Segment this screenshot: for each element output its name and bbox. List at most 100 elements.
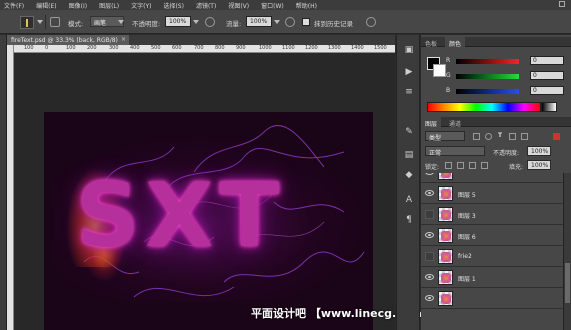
ruler-tick-label: 700 xyxy=(194,45,204,51)
options-bar: 模式: 画笔 不透明度: 100% 流量: 100% 抹到历史记录 xyxy=(0,10,571,34)
layer-thumbnail xyxy=(438,249,453,264)
shape-filter-icon[interactable] xyxy=(509,133,516,140)
ruler-tick-label: 1500 xyxy=(374,45,387,51)
smart-object-filter-icon[interactable] xyxy=(521,133,528,140)
menu-select[interactable]: 选择(S) xyxy=(163,1,184,10)
menu-view[interactable]: 视图(V) xyxy=(228,1,249,10)
green-value-input[interactable]: 0 xyxy=(530,71,564,80)
fire-text-artwork: SXT xyxy=(76,164,286,267)
chevron-down-icon[interactable] xyxy=(193,20,199,24)
chevron-down-icon xyxy=(118,20,124,24)
layer-row[interactable]: frie2 xyxy=(421,247,563,267)
background-color-swatch[interactable] xyxy=(433,64,446,77)
tab-swatches[interactable]: 色板 xyxy=(421,37,441,48)
menu-file[interactable]: 文件(F) xyxy=(4,1,24,10)
character-icon[interactable]: A xyxy=(404,195,414,205)
green-channel-slider: G 0 xyxy=(446,71,566,81)
chevron-down-icon[interactable] xyxy=(274,20,280,24)
layer-list: 图层 5 图层 3 图层 6 frie2 图层 1 xyxy=(421,173,563,330)
lock-image-icon[interactable] xyxy=(457,162,464,169)
lock-position-icon[interactable] xyxy=(469,162,476,169)
tab-layers[interactable]: 图层 xyxy=(421,117,442,128)
brush-icon[interactable]: ✎ xyxy=(404,127,414,137)
fill-input[interactable]: 100% xyxy=(527,160,551,170)
tab-color[interactable]: 颜色 xyxy=(445,37,466,48)
color-panel-tabs: 色板 颜色 xyxy=(421,37,571,48)
menu-bar: 文件(F) 编辑(E) 图像(I) 图层(L) 文字(Y) 选择(S) 滤镜(T… xyxy=(0,0,571,10)
visibility-eye-icon[interactable] xyxy=(425,190,434,196)
info-icon[interactable]: ≡ xyxy=(404,87,414,97)
chevron-down-icon[interactable] xyxy=(37,20,43,24)
layer-filter-select[interactable]: 类型 xyxy=(425,131,465,142)
blend-mode-select[interactable]: 正常 xyxy=(425,146,485,157)
layer-row[interactable] xyxy=(421,289,563,309)
lock-transparent-icon[interactable] xyxy=(445,162,452,169)
layer-opacity-input[interactable]: 100% xyxy=(527,146,551,156)
menu-help[interactable]: 帮助(H) xyxy=(296,1,317,10)
adjustment-filter-icon[interactable] xyxy=(485,133,492,140)
horizontal-ruler[interactable]: 100 0 100 200 300 400 500 600 700 800 90… xyxy=(14,45,395,53)
history-icon[interactable]: ▣ xyxy=(404,45,414,55)
filter-toggle-icon[interactable] xyxy=(553,133,560,140)
vertical-ruler[interactable] xyxy=(7,45,14,330)
scrollbar-thumb[interactable] xyxy=(565,263,570,303)
green-slider-track[interactable] xyxy=(456,74,519,79)
layer-row[interactable] xyxy=(421,173,563,183)
menu-filter[interactable]: 滤镜(T) xyxy=(196,1,216,10)
layer-row[interactable]: 图层 5 xyxy=(421,184,563,204)
layer-thumbnail xyxy=(438,270,453,285)
pressure-opacity-icon[interactable] xyxy=(205,17,215,27)
document-canvas[interactable]: SXT xyxy=(44,112,373,330)
menu-type[interactable]: 文字(Y) xyxy=(131,1,151,10)
erase-to-history-checkbox[interactable] xyxy=(302,18,310,26)
visibility-eye-icon[interactable] xyxy=(425,274,434,280)
menu-layer[interactable]: 图层(L) xyxy=(99,1,119,10)
layer-name: 图层 1 xyxy=(458,276,476,283)
layer-row[interactable]: 图层 6 xyxy=(421,226,563,246)
layers-scrollbar[interactable] xyxy=(563,173,571,330)
lock-all-icon[interactable] xyxy=(481,162,488,169)
fill-label: 填充: xyxy=(509,164,524,171)
menu-edit[interactable]: 编辑(E) xyxy=(36,1,56,10)
visibility-eye-icon[interactable] xyxy=(425,173,434,175)
airbrush-icon[interactable] xyxy=(285,17,295,27)
brush-panel-toggle-icon[interactable] xyxy=(50,17,60,27)
close-icon[interactable]: × xyxy=(121,36,126,43)
window-restore-icon[interactable] xyxy=(559,1,565,7)
tool-presets-icon[interactable]: ◆ xyxy=(404,170,414,180)
blue-slider-track[interactable] xyxy=(456,89,519,94)
type-filter-icon[interactable]: T xyxy=(498,132,502,139)
flow-input[interactable]: 100% xyxy=(246,16,272,27)
menu-window[interactable]: 窗口(W) xyxy=(261,1,284,10)
tools-panel[interactable] xyxy=(0,35,7,330)
ruler-tick-label: 900 xyxy=(236,45,246,51)
red-value-input[interactable]: 0 xyxy=(530,56,564,65)
tab-channels[interactable]: 通道 xyxy=(445,117,465,128)
visibility-eye-icon[interactable] xyxy=(425,232,434,238)
pixel-filter-icon[interactable] xyxy=(473,133,480,140)
document-tab[interactable]: fireText.psd @ 33.3% (back, RGB/8) × xyxy=(7,35,129,45)
visibility-eye-icon[interactable] xyxy=(425,295,434,301)
blue-channel-slider: B 0 xyxy=(446,86,566,96)
color-spectrum-bar[interactable] xyxy=(427,102,541,112)
layer-row[interactable]: 图层 1 xyxy=(421,268,563,288)
ruler-tick-label: 1000 xyxy=(259,45,272,51)
actions-play-icon[interactable]: ▶ xyxy=(404,67,414,77)
opacity-input[interactable]: 100% xyxy=(165,16,191,27)
canvas-workspace[interactable]: SXT xyxy=(14,53,395,330)
grayscale-ramp[interactable] xyxy=(541,102,557,112)
panel-icon-dock: ▣ ▶ ≡ ✎ ▤ ◆ A ¶ xyxy=(396,35,420,330)
ruler-tick-label: 1300 xyxy=(328,45,341,51)
pressure-size-icon[interactable] xyxy=(366,17,376,27)
paragraph-icon[interactable]: ¶ xyxy=(404,215,414,225)
layer-row[interactable]: 图层 3 xyxy=(421,205,563,225)
visibility-toggle-off[interactable] xyxy=(425,210,434,219)
layer-thumbnail xyxy=(438,228,453,243)
menu-image[interactable]: 图像(I) xyxy=(69,1,87,10)
red-slider-track[interactable] xyxy=(456,59,519,64)
visibility-toggle-off[interactable] xyxy=(425,252,434,261)
tool-preset-picker[interactable] xyxy=(20,16,34,29)
red-channel-slider: R 0 xyxy=(446,56,566,66)
blue-value-input[interactable]: 0 xyxy=(530,86,564,95)
clone-source-icon[interactable]: ▤ xyxy=(404,150,414,160)
